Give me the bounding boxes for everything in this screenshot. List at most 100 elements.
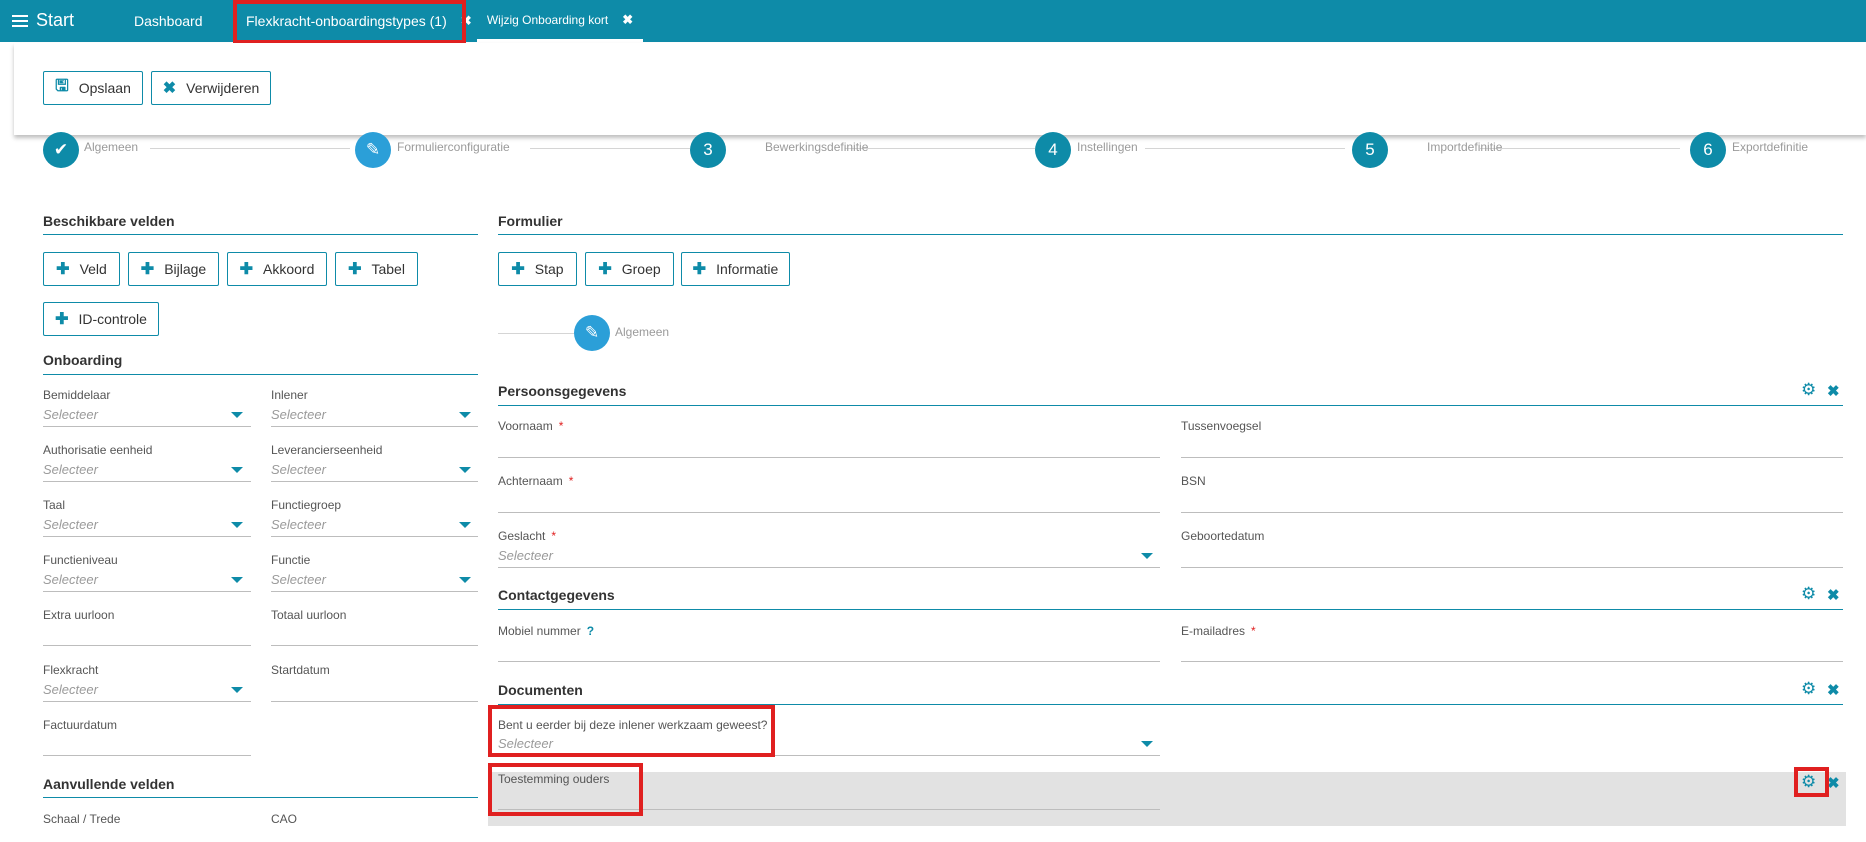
step-connector [845, 148, 1035, 149]
add-information-button[interactable]: ✚ Informatie [681, 252, 790, 286]
plus-icon: ✚ [140, 261, 155, 278]
field-label: Factuurdatum [43, 718, 118, 732]
close-icon[interactable]: ✖ [1827, 774, 1840, 792]
close-icon[interactable]: ✖ [1827, 586, 1840, 604]
text-input-underline[interactable] [498, 512, 1160, 513]
save-button[interactable]: 🖫 Opslaan [43, 71, 143, 105]
step-number: 5 [1365, 140, 1375, 159]
start-menu-button[interactable]: Start [12, 10, 74, 31]
delete-button[interactable]: ✖ Verwijderen [151, 71, 271, 105]
tab-label: Flexkracht-onboardingstypes (1) [246, 13, 447, 29]
close-tab-icon[interactable]: ✖ [461, 13, 472, 29]
text-input-underline[interactable] [271, 645, 478, 646]
select-placeholder[interactable]: Selecteer [271, 462, 326, 477]
select-placeholder[interactable]: Selecteer [498, 548, 553, 563]
step-formulierconfiguratie[interactable]: ✎ [355, 132, 391, 168]
add-id-check-button[interactable]: ✚ ID-controle [43, 302, 159, 336]
select-placeholder[interactable]: Selecteer [271, 572, 326, 587]
gears-icon[interactable]: ⚙ [1801, 584, 1816, 604]
chevron-down-icon[interactable] [231, 522, 243, 528]
select-placeholder[interactable]: Selecteer [43, 572, 98, 587]
chevron-down-icon[interactable] [1141, 741, 1153, 747]
add-group-button[interactable]: ✚ Groep [585, 252, 674, 286]
toolbar-card [14, 43, 1866, 135]
text-input-underline[interactable] [1181, 512, 1843, 513]
field-label: Bemiddelaar [43, 388, 111, 402]
gears-icon[interactable]: ⚙ [1801, 380, 1816, 400]
text-input-underline[interactable] [43, 755, 251, 756]
field-underline [43, 591, 251, 592]
step-label: Exportdefinitie [1732, 140, 1809, 154]
step-exportdefinitie[interactable]: 6 [1690, 132, 1726, 168]
gears-icon[interactable]: ⚙ [1801, 679, 1816, 699]
chevron-down-icon[interactable] [231, 687, 243, 693]
field-label: Leverancierseenheid [271, 443, 383, 457]
step-bewerkingsdefinitie[interactable]: 3 [690, 132, 726, 168]
select-placeholder[interactable]: Selecteer [271, 407, 326, 422]
add-table-button[interactable]: ✚ Tabel [335, 252, 418, 286]
tab-dashboard-label: Dashboard [134, 13, 203, 29]
add-agreement-button[interactable]: ✚ Akkoord [227, 252, 327, 286]
select-placeholder[interactable]: Selecteer [43, 682, 98, 697]
chevron-down-icon[interactable] [231, 577, 243, 583]
close-tab-icon[interactable]: ✖ [622, 12, 633, 28]
chevron-down-icon[interactable] [459, 522, 471, 528]
select-placeholder[interactable]: Selecteer [271, 517, 326, 532]
step-label: Importdefinitie [1427, 140, 1503, 154]
select-placeholder[interactable]: Selecteer [43, 517, 98, 532]
field-label: Authorisatie eenheid [43, 443, 153, 457]
select-placeholder[interactable]: Selecteer [498, 736, 553, 751]
tab-dashboard[interactable]: Dashboard [134, 0, 203, 42]
section-rule [498, 234, 1843, 235]
save-button-label: Opslaan [78, 80, 131, 96]
chevron-down-icon[interactable] [1141, 553, 1153, 559]
field-underline [43, 481, 251, 482]
button-label: Stap [534, 261, 564, 277]
form-step-algemeen[interactable]: ✎ [574, 315, 610, 351]
available-fields-title: Beschikbare velden [43, 213, 175, 229]
chevron-down-icon[interactable] [231, 412, 243, 418]
add-attachment-button[interactable]: ✚ Bijlage [128, 252, 219, 286]
chevron-down-icon[interactable] [459, 412, 471, 418]
step-importdefinitie[interactable]: 5 [1352, 132, 1388, 168]
hamburger-icon [12, 14, 28, 27]
selected-field-row[interactable] [488, 772, 1846, 826]
form-title: Formulier [498, 213, 563, 229]
add-step-button[interactable]: ✚ Stap [498, 252, 577, 286]
top-navigation-bar: Start Dashboard Flexkracht-onboardingsty… [0, 0, 1866, 42]
select-placeholder[interactable]: Selecteer [43, 407, 98, 422]
text-input-underline[interactable] [43, 645, 251, 646]
field-label: Inlener [271, 388, 308, 402]
chevron-down-icon[interactable] [459, 467, 471, 473]
field-label-email: E-mailadres * [1181, 624, 1256, 638]
chevron-down-icon[interactable] [231, 467, 243, 473]
field-underline [43, 536, 251, 537]
text-input-underline[interactable] [498, 809, 1160, 810]
gears-icon[interactable]: ⚙ [1801, 772, 1816, 792]
text-input-underline[interactable] [498, 457, 1160, 458]
text-input-underline[interactable] [1181, 661, 1843, 662]
step-instellingen[interactable]: 4 [1035, 132, 1071, 168]
tab-wijzig-onboarding-kort[interactable]: Wijzig Onboarding kort ✖ [477, 0, 643, 42]
help-icon: ? [586, 624, 595, 638]
field-underline [271, 591, 478, 592]
step-algemeen[interactable]: ✔ [43, 132, 79, 168]
section-rule [498, 609, 1843, 610]
close-icon[interactable]: ✖ [1827, 382, 1840, 400]
text-input-underline[interactable] [271, 701, 478, 702]
text-input-underline[interactable] [1181, 457, 1843, 458]
plus-icon: ✚ [598, 261, 612, 278]
button-label: Informatie [716, 261, 779, 277]
plus-icon: ✚ [692, 261, 707, 278]
delete-button-label: Verwijderen [186, 80, 260, 96]
step-number: 3 [703, 140, 713, 159]
text-input-underline[interactable] [498, 661, 1160, 662]
field-underline [271, 536, 478, 537]
start-label: Start [36, 10, 75, 30]
close-icon[interactable]: ✖ [1827, 681, 1840, 699]
chevron-down-icon[interactable] [459, 577, 471, 583]
tab-flexkracht-onboardingstypes[interactable]: Flexkracht-onboardingstypes (1) ✖ [246, 0, 472, 42]
select-placeholder[interactable]: Selecteer [43, 462, 98, 477]
add-field-button[interactable]: ✚ Veld [43, 252, 120, 286]
text-input-underline[interactable] [1181, 567, 1843, 568]
